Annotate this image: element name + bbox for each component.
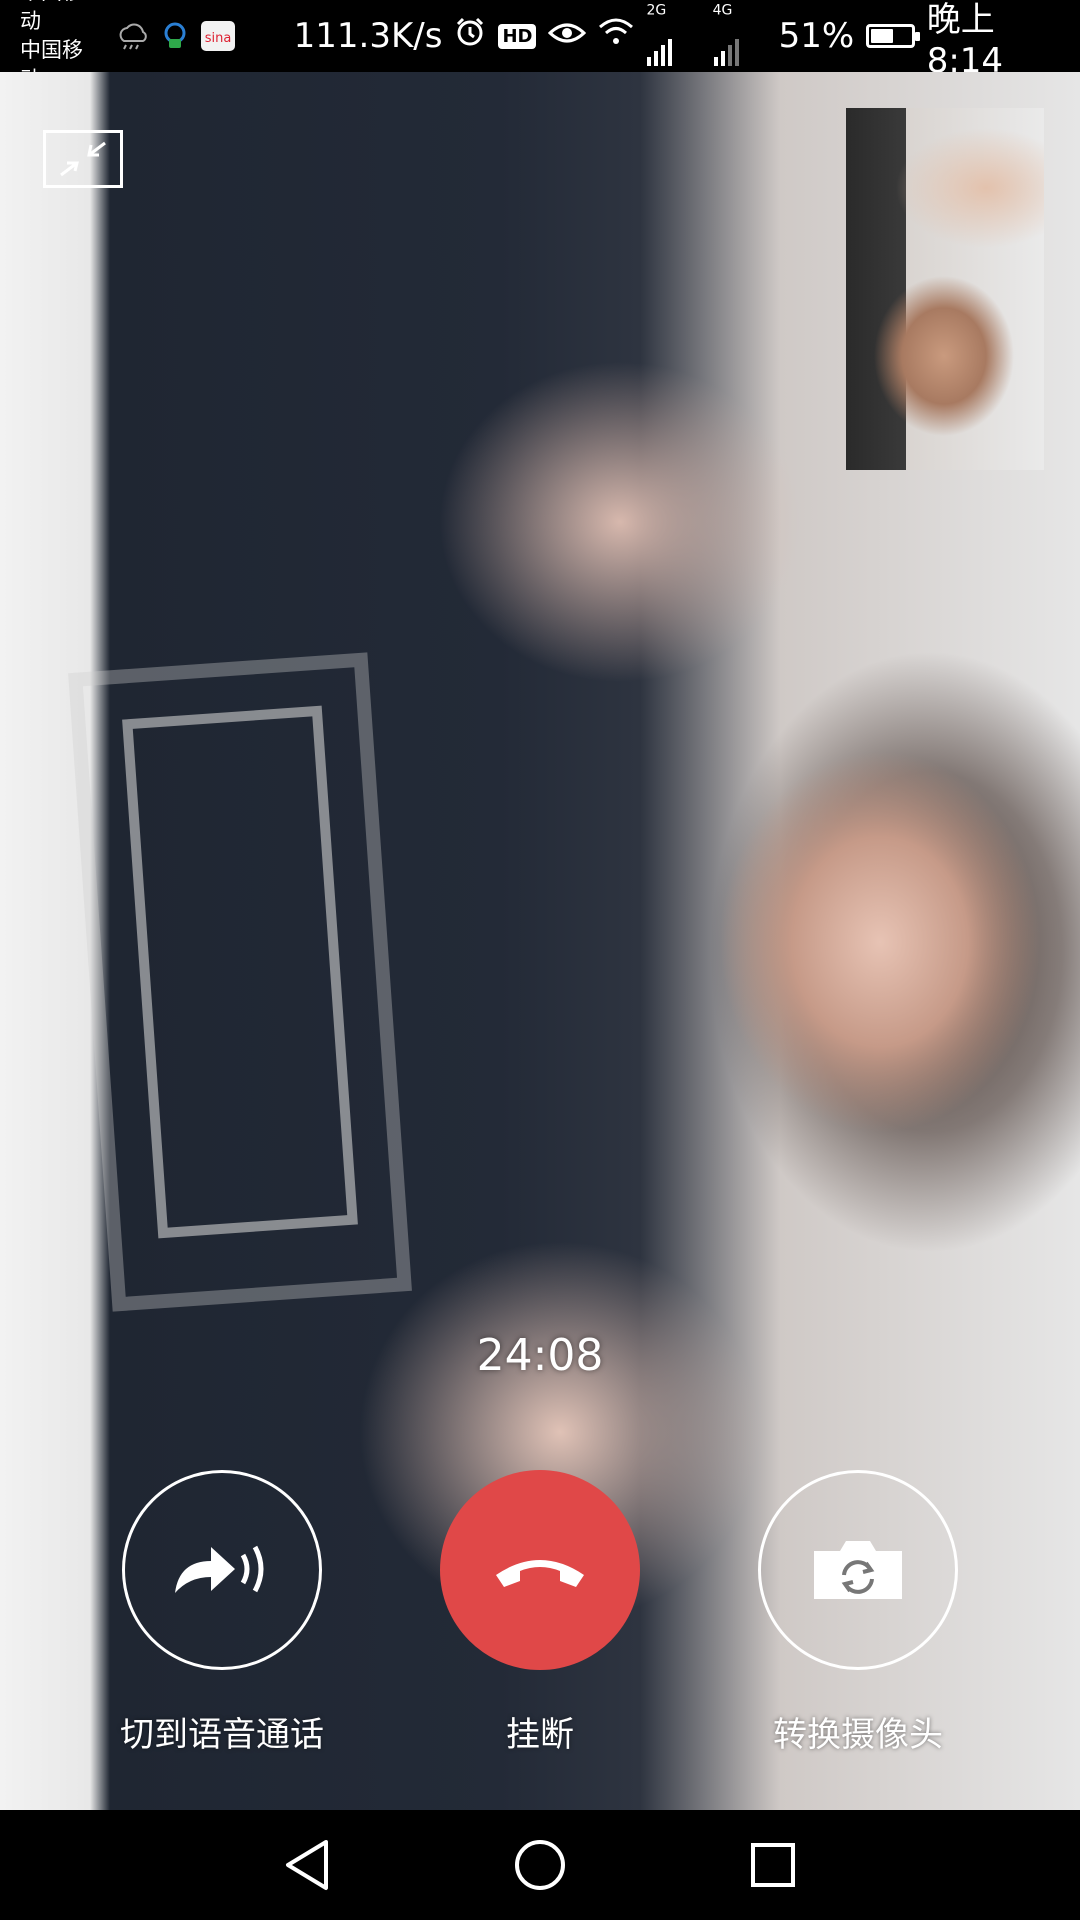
status-right: 111.3K/s HD 2G 4G 51% 晚上8:14 — [246, 0, 1060, 81]
back-button[interactable] — [267, 1825, 347, 1905]
eye-icon — [548, 16, 587, 56]
hangup-button[interactable] — [440, 1470, 640, 1670]
battery-fill — [871, 29, 893, 43]
call-timer: 24:08 — [476, 1330, 604, 1381]
shrink-arrows-icon — [60, 141, 106, 177]
switch-to-voice-button[interactable] — [122, 1470, 322, 1670]
weather-icon — [116, 21, 150, 51]
local-video-preview[interactable] — [846, 108, 1044, 470]
sina-app-icon: sina — [200, 20, 236, 52]
video-shirt-graphic-inner — [122, 705, 358, 1239]
minimize-button[interactable] — [43, 130, 123, 188]
back-icon — [285, 1840, 328, 1890]
home-button[interactable] — [500, 1825, 580, 1905]
switch-camera-button[interactable] — [758, 1470, 958, 1670]
hd-label: HD — [502, 25, 533, 47]
alarm-icon — [454, 16, 486, 57]
svg-text:sina: sina — [204, 31, 231, 46]
navigation-bar — [0, 1810, 1080, 1920]
notification-icon — [160, 21, 190, 51]
wifi-icon — [598, 16, 634, 56]
battery-icon — [866, 24, 921, 48]
battery-percent: 51% — [778, 16, 855, 56]
phone-hangup-icon — [496, 1560, 584, 1587]
signal-4g: 4G — [713, 0, 767, 76]
status-bar: 中国移动 中国移动 sina 111.3K/s HD 2G 4G 51% — [0, 0, 1080, 91]
hangup-label: 挂断 — [506, 1715, 574, 1755]
camera-switch-icon — [814, 1541, 902, 1599]
switch-camera-label: 转换摄像头 — [773, 1715, 943, 1755]
carrier-1: 中国移动 — [20, 0, 83, 33]
home-icon — [514, 1840, 565, 1890]
voice-call-icon — [175, 1545, 264, 1593]
recents-icon — [751, 1843, 796, 1887]
net-speed: 111.3K/s — [293, 16, 443, 56]
hd-icon: HD — [498, 23, 537, 49]
signal-2g: 2G — [646, 0, 700, 76]
clock: 晚上8:14 — [926, 0, 1004, 81]
switch-to-voice-label: 切到语音通话 — [120, 1715, 324, 1755]
recents-button[interactable] — [733, 1825, 813, 1905]
